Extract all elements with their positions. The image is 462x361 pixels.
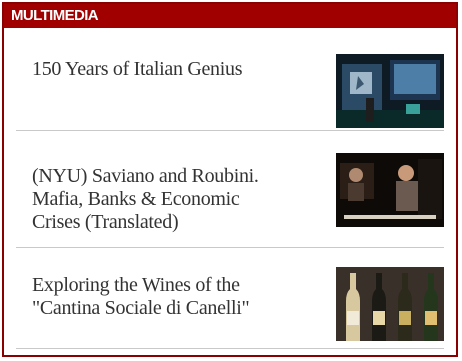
- video-thumbnail[interactable]: [336, 153, 444, 227]
- list-item: 150 Years of Italian Genius: [16, 30, 444, 131]
- video-thumbnail[interactable]: [336, 267, 444, 341]
- item-title-link[interactable]: (NYU) Saviano and Roubini. Mafia, Banks …: [32, 165, 280, 234]
- video-thumbnail[interactable]: [336, 54, 444, 128]
- list-item: Exploring the Wines of the "Cantina Soci…: [16, 248, 444, 349]
- widget-title: MULTIMEDIA: [4, 4, 456, 28]
- multimedia-widget: MULTIMEDIA 150 Years of Italian Genius (…: [2, 2, 458, 357]
- item-title-link[interactable]: 150 Years of Italian Genius: [32, 58, 280, 81]
- list-item: (NYU) Saviano and Roubini. Mafia, Banks …: [16, 131, 444, 248]
- item-title-link[interactable]: Exploring the Wines of the "Cantina Soci…: [32, 274, 280, 320]
